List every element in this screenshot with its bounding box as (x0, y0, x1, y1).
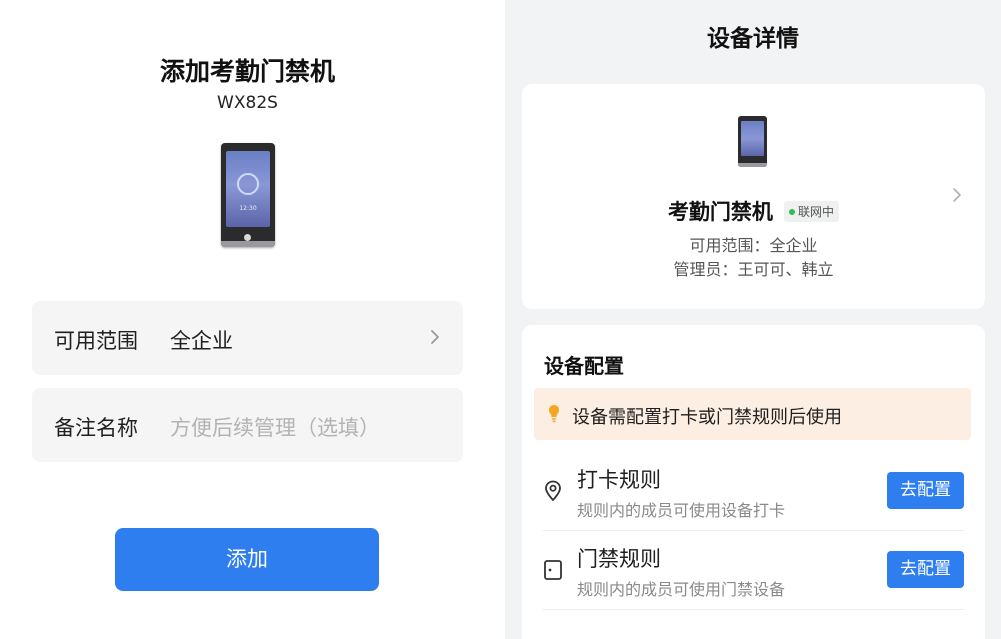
location-pin-icon (545, 480, 561, 501)
rule-name: 门禁规则 (577, 547, 661, 571)
device-base (738, 163, 767, 167)
add-button[interactable]: 添加 (115, 528, 379, 591)
face-scan-ring (237, 173, 259, 195)
device-admins: 管理员：王可可、韩立 (673, 260, 834, 279)
chevron-right-icon (431, 330, 439, 344)
config-title: 设备配置 (544, 354, 624, 378)
punch-rule-row: 打卡规则 规则内的成员可使用设备打卡 去配置 (543, 452, 964, 531)
device-screen: 12:30 (226, 151, 270, 227)
online-dot-icon (789, 209, 796, 215)
lightbulb-icon (549, 405, 559, 423)
device-screen-time: 12:30 (239, 205, 257, 212)
remark-field[interactable]: 备注名称 方便后续管理（选填） (32, 388, 463, 462)
device-screen (741, 121, 764, 156)
door-rule-row: 门禁规则 规则内的成员可使用门禁设备 去配置 (543, 531, 964, 610)
rule-desc: 规则内的成员可使用设备打卡 (577, 501, 786, 520)
add-device-page: 添加考勤门禁机 WX82S 12:30 可用范围 全企业 备注名称 方便后续管理… (0, 0, 505, 639)
device-base (221, 241, 275, 247)
status-badge: 联网中 (784, 200, 840, 222)
configure-button[interactable]: 去配置 (887, 551, 964, 588)
device-name-row: 考勤门禁机 联网中 (522, 196, 985, 226)
chevron-right-icon (953, 188, 961, 202)
warning-text: 设备需配置打卡或门禁规则后使用 (572, 407, 842, 428)
scope-value: 全企业 (170, 329, 233, 353)
remark-input[interactable]: 方便后续管理（选填） (170, 412, 380, 442)
rule-name: 打卡规则 (577, 468, 661, 492)
configure-button[interactable]: 去配置 (887, 472, 964, 509)
device-info-card[interactable]: 考勤门禁机 联网中 可用范围：全企业 管理员：王可可、韩立 (522, 84, 985, 309)
device-detail-page: 设备详情 考勤门禁机 联网中 可用范围：全企业 管理员：王可可、韩立 设备配置 … (505, 0, 1001, 639)
page-title: 设备详情 (707, 26, 799, 52)
door-icon (544, 560, 562, 580)
device-model: WX82S (217, 93, 278, 113)
rule-desc: 规则内的成员可使用门禁设备 (577, 580, 786, 599)
device-config-card: 设备配置 设备需配置打卡或门禁规则后使用 打卡规则 规则内的成员可使用设备打卡 … (522, 325, 985, 639)
page-title: 添加考勤门禁机 (159, 57, 335, 86)
remark-label: 备注名称 (54, 416, 138, 440)
scope-field[interactable]: 可用范围 全企业 (32, 301, 463, 375)
scope-label: 可用范围 (54, 329, 138, 353)
device-image (738, 116, 767, 167)
warning-banner: 设备需配置打卡或门禁规则后使用 (534, 388, 971, 440)
device-camera (244, 234, 251, 241)
status-text: 联网中 (798, 204, 835, 219)
device-name: 考勤门禁机 (667, 200, 773, 224)
device-scope: 可用范围：全企业 (689, 236, 818, 255)
device-image: 12:30 (221, 143, 275, 247)
